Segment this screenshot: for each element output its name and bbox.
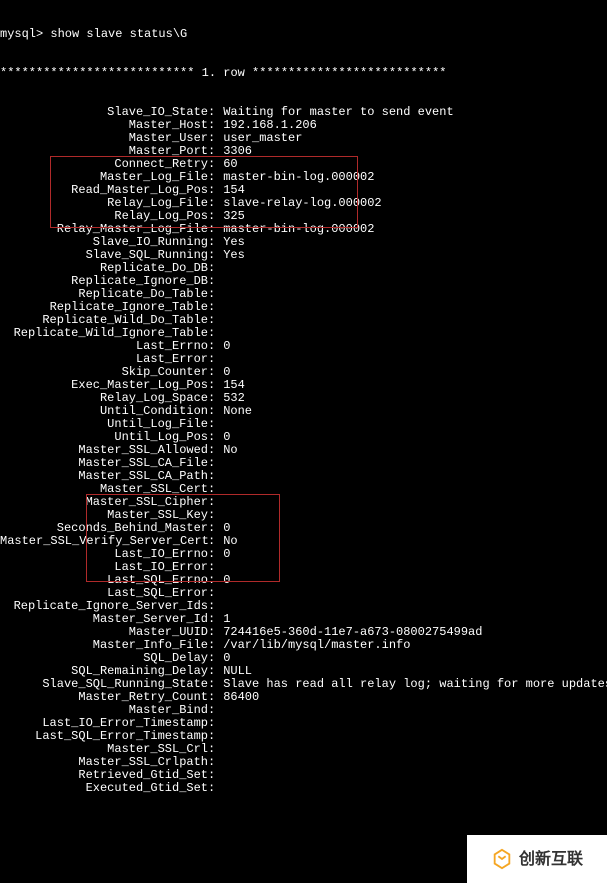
status-row: Last_SQL_Errno: 0 — [0, 574, 607, 587]
status-row: Until_Log_File: — [0, 418, 607, 431]
status-row: Master_Retry_Count: 86400 — [0, 691, 607, 704]
status-row: Replicate_Wild_Ignore_Table: — [0, 327, 607, 340]
status-row: Replicate_Ignore_Server_Ids: — [0, 600, 607, 613]
prompt-line: mysql> show slave status\G — [0, 28, 607, 41]
status-row: Master_Info_File: /var/lib/mysql/master.… — [0, 639, 607, 652]
status-value — [216, 782, 223, 795]
status-row: Executed_Gtid_Set: — [0, 782, 607, 795]
status-row: Master_SSL_Verify_Server_Cert: No — [0, 535, 607, 548]
status-row: Until_Condition: None — [0, 405, 607, 418]
status-row: Master_Host: 192.168.1.206 — [0, 119, 607, 132]
status-row: Slave_SQL_Running: Yes — [0, 249, 607, 262]
status-row: Master_User: user_master — [0, 132, 607, 145]
status-value: /var/lib/mysql/master.info — [216, 639, 410, 652]
status-row: Last_SQL_Error_Timestamp: — [0, 730, 607, 743]
watermark: 创新互联 — [467, 835, 607, 883]
status-row: Last_Error: — [0, 353, 607, 366]
status-rows: Slave_IO_State: Waiting for master to se… — [0, 106, 607, 795]
status-label: Executed_Gtid_Set — [0, 782, 208, 795]
logo-icon — [491, 848, 513, 870]
status-row: Master_Port: 3306 — [0, 145, 607, 158]
status-row: Relay_Master_Log_File: master-bin-log.00… — [0, 223, 607, 236]
status-row: Master_SSL_Cipher: — [0, 496, 607, 509]
row-header: *************************** 1. row *****… — [0, 67, 607, 80]
status-value: Slave has read all relay log; waiting fo… — [216, 678, 607, 691]
status-row: Last_Errno: 0 — [0, 340, 607, 353]
status-row: Last_IO_Errno: 0 — [0, 548, 607, 561]
status-row: Last_IO_Error: — [0, 561, 607, 574]
status-row: Relay_Log_Space: 532 — [0, 392, 607, 405]
status-row: Relay_Log_File: slave-relay-log.000002 — [0, 197, 607, 210]
colon: : — [208, 782, 216, 795]
watermark-text: 创新互联 — [519, 853, 583, 866]
status-row: Master_SSL_CA_Path: — [0, 470, 607, 483]
status-row: Exec_Master_Log_Pos: 154 — [0, 379, 607, 392]
terminal-output: mysql> show slave status\G *************… — [0, 0, 607, 883]
